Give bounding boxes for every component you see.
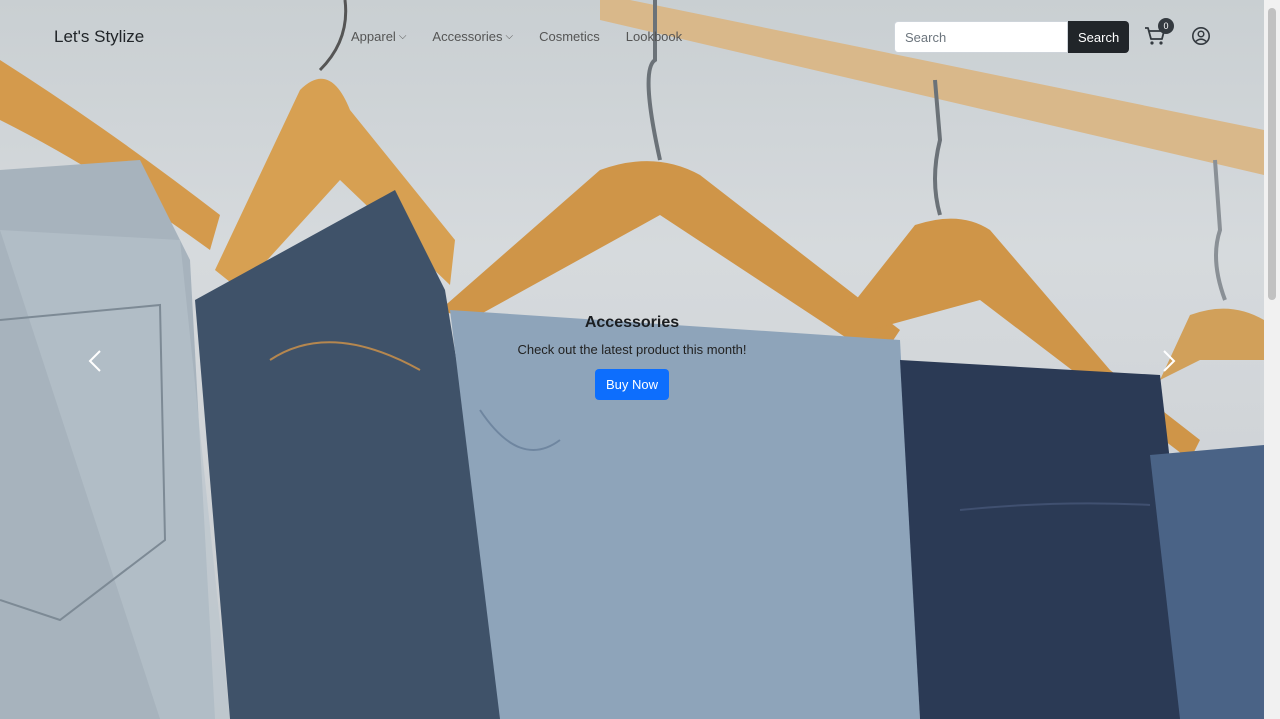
nav-item-label: Lookbook	[625, 29, 683, 44]
chevron-right-icon	[1163, 350, 1176, 372]
nav-item-lookbook[interactable]: Lookbook	[626, 29, 682, 44]
nav-item-apparel[interactable]: Apparel ⌵	[351, 29, 406, 44]
nav-item-accessories[interactable]: Accessories ⌵	[432, 29, 513, 44]
chevron-down-icon: ⌵	[398, 31, 407, 42]
nav-item-cosmetics[interactable]: Cosmetics	[539, 29, 600, 44]
search-input[interactable]	[894, 21, 1068, 53]
chevron-down-icon: ⌵	[505, 31, 514, 42]
carousel-prev-button[interactable]	[80, 346, 110, 376]
carousel-caption: Accessories Check out the latest product…	[432, 314, 832, 400]
search-form: Search	[894, 21, 1130, 53]
nav-item-label: Cosmetics	[539, 29, 600, 44]
navbar: Let's Stylize Apparel ⌵ Accessories ⌵ Co…	[0, 0, 1264, 72]
nav-item-label: Apparel	[351, 29, 396, 44]
caption-text: Check out the latest product this month!	[517, 342, 747, 357]
cart-button[interactable]: 0	[1144, 18, 1174, 48]
carousel-next-button[interactable]	[1154, 346, 1184, 376]
caption-title: Accessories	[584, 314, 680, 331]
brand-logo[interactable]: Let's Stylize	[54, 27, 144, 47]
scrollbar-thumb[interactable]	[1268, 8, 1276, 300]
cart-count-badge: 0	[1158, 18, 1174, 34]
main-nav: Apparel ⌵ Accessories ⌵ Cosmetics Lookbo…	[351, 29, 682, 44]
user-circle-icon	[1192, 27, 1210, 45]
account-button[interactable]	[1191, 26, 1211, 46]
chevron-left-icon	[88, 350, 101, 372]
page-scrollbar[interactable]	[1264, 0, 1280, 719]
buy-now-button[interactable]: Buy Now	[594, 369, 670, 400]
search-button[interactable]: Search	[1068, 21, 1130, 53]
nav-item-label: Accessories	[432, 29, 503, 44]
